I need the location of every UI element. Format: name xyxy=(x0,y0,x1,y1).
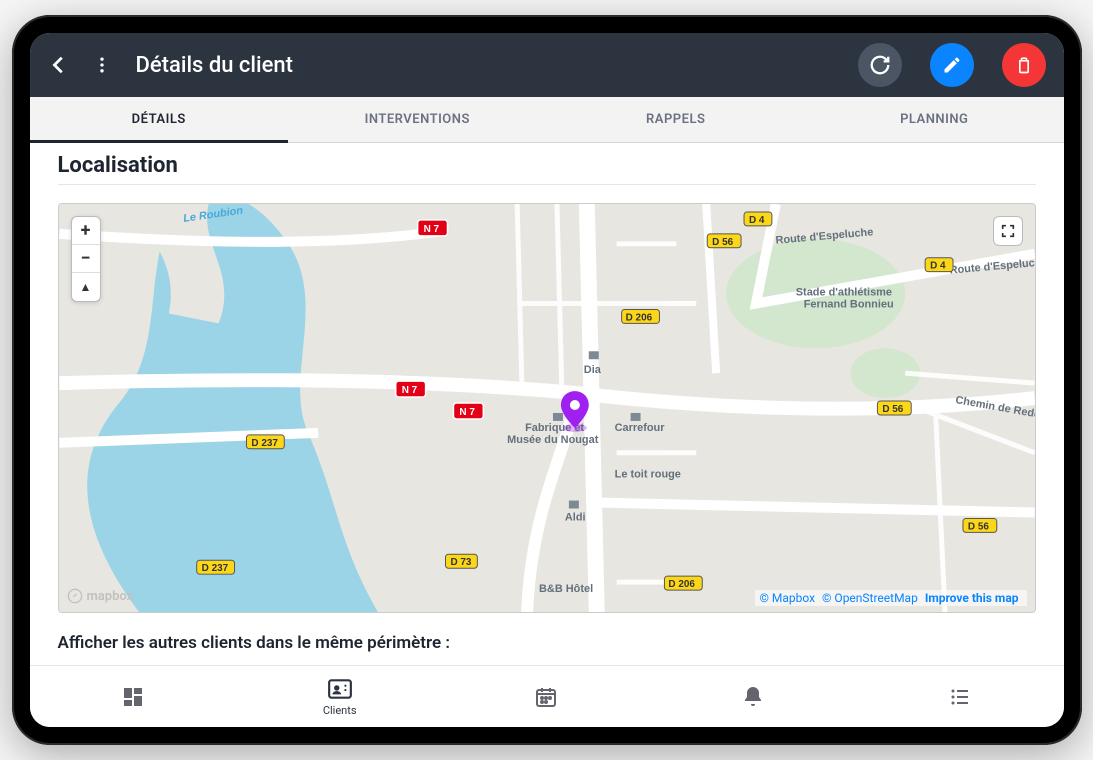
delete-button[interactable] xyxy=(1002,43,1046,87)
map-canvas: Le Roubion Route d'Espeluche Route d'Esp… xyxy=(59,204,1035,612)
map-shield-d56-c: D 56 xyxy=(962,518,996,532)
map-zoom-in[interactable]: + xyxy=(72,217,100,245)
refresh-button[interactable] xyxy=(858,43,902,87)
svg-text:D 56: D 56 xyxy=(967,521,988,532)
svg-text:N 7: N 7 xyxy=(459,407,475,418)
calendar-icon xyxy=(534,685,558,709)
page-title: Détails du client xyxy=(136,53,294,78)
map-attrib-improve[interactable]: Improve this map xyxy=(925,591,1019,605)
pencil-icon xyxy=(942,55,962,75)
mapbox-logo: mapbox xyxy=(67,588,134,604)
map-shield-n7-top: N 7 xyxy=(417,220,447,236)
tablet-frame: Détails du client DÉTAILS INTERVENTIONS … xyxy=(12,15,1082,745)
svg-text:D 56: D 56 xyxy=(882,404,903,415)
nav-menu[interactable] xyxy=(857,666,1064,727)
svg-text:Le toit rouge: Le toit rouge xyxy=(614,469,680,481)
svg-text:Dia: Dia xyxy=(583,364,601,376)
map-shield-d206-a: D 206 xyxy=(621,309,659,323)
bottom-nav: Clients xyxy=(30,665,1064,727)
map-poi-letoitrouge: Le toit rouge xyxy=(614,469,680,481)
more-vertical-icon xyxy=(92,55,112,75)
svg-text:Carrefour: Carrefour xyxy=(614,422,665,434)
map-shield-d237-a: D 237 xyxy=(246,435,284,449)
map-shield-n7-mid: N 7 xyxy=(395,381,425,397)
map-zoom-controls: + − ▲ xyxy=(71,216,101,302)
section-localisation-title: Localisation xyxy=(58,153,1036,178)
map-attribution: © Mapbox © OpenStreetMap Improve this ma… xyxy=(755,590,1026,606)
bell-icon xyxy=(741,685,765,709)
app-screen: Détails du client DÉTAILS INTERVENTIONS … xyxy=(30,33,1064,727)
nav-dashboard[interactable] xyxy=(30,666,237,727)
svg-text:D 4: D 4 xyxy=(749,215,765,226)
map-compass[interactable]: ▲ xyxy=(72,273,100,301)
map-shield-d56-b: D 56 xyxy=(877,401,911,415)
map-shield-n7-mid2: N 7 xyxy=(453,403,483,419)
svg-text:D 73: D 73 xyxy=(450,557,471,568)
svg-text:D 56: D 56 xyxy=(712,237,733,248)
map-marker-client[interactable] xyxy=(560,391,588,432)
nav-clients-label: Clients xyxy=(323,704,357,717)
mapbox-logo-icon xyxy=(67,588,83,604)
tab-details[interactable]: DÉTAILS xyxy=(30,97,289,142)
svg-text:D 237: D 237 xyxy=(201,563,228,574)
svg-text:Aldi: Aldi xyxy=(564,511,585,523)
edit-button[interactable] xyxy=(930,43,974,87)
nav-clients[interactable]: Clients xyxy=(236,666,443,727)
map-poi-bbhotel: B&B Hôtel xyxy=(539,583,593,595)
map-shield-d4-a: D 4 xyxy=(744,212,772,226)
tab-interventions[interactable]: INTERVENTIONS xyxy=(288,97,547,142)
more-button[interactable] xyxy=(92,55,112,75)
nav-notifications[interactable] xyxy=(650,666,857,727)
trash-icon xyxy=(1014,55,1034,75)
address-book-icon xyxy=(327,677,353,701)
perimeter-label: Afficher les autres clients dans le même… xyxy=(58,633,1036,653)
content-area: Localisation xyxy=(30,143,1064,665)
map-shield-d56-a: D 56 xyxy=(707,234,741,248)
svg-text:N 7: N 7 xyxy=(423,224,439,235)
svg-text:D 4: D 4 xyxy=(930,261,946,272)
map-zoom-out[interactable]: − xyxy=(72,245,100,273)
map-shield-d73: D 73 xyxy=(445,554,477,568)
tab-planning[interactable]: PLANNING xyxy=(805,97,1064,142)
map-attrib-mapbox[interactable]: © Mapbox xyxy=(759,591,815,605)
svg-text:N 7: N 7 xyxy=(401,385,417,396)
map-attrib-osm[interactable]: © OpenStreetMap xyxy=(822,591,918,605)
map-poi-stade: Stade d'athlétismeFernand Bonnieu xyxy=(795,287,893,311)
svg-text:D 237: D 237 xyxy=(251,438,278,449)
map-shield-d206-b: D 206 xyxy=(664,576,702,590)
dashboard-icon xyxy=(121,685,145,709)
list-icon xyxy=(948,685,972,709)
fullscreen-icon xyxy=(1000,223,1016,239)
map-shield-d4-b: D 4 xyxy=(925,258,953,272)
tabs-row: DÉTAILS INTERVENTIONS RAPPELS PLANNING xyxy=(30,97,1064,143)
map[interactable]: Le Roubion Route d'Espeluche Route d'Esp… xyxy=(58,203,1036,613)
map-fullscreen-button[interactable] xyxy=(993,216,1023,246)
svg-text:B&B Hôtel: B&B Hôtel xyxy=(539,583,593,595)
chevron-left-icon xyxy=(48,54,70,76)
svg-text:D 206: D 206 xyxy=(625,312,652,323)
nav-calendar[interactable] xyxy=(443,666,650,727)
svg-text:Stade d'athlétismeFernand Bonn: Stade d'athlétismeFernand Bonnieu xyxy=(795,287,893,311)
divider xyxy=(58,184,1036,185)
back-button[interactable] xyxy=(48,54,70,76)
top-bar: Détails du client xyxy=(30,33,1064,97)
svg-text:D 206: D 206 xyxy=(668,579,695,590)
map-shield-d237-b: D 237 xyxy=(196,560,234,574)
refresh-icon xyxy=(869,54,891,76)
tab-rappels[interactable]: RAPPELS xyxy=(547,97,806,142)
mapbox-logo-text: mapbox xyxy=(87,589,134,604)
